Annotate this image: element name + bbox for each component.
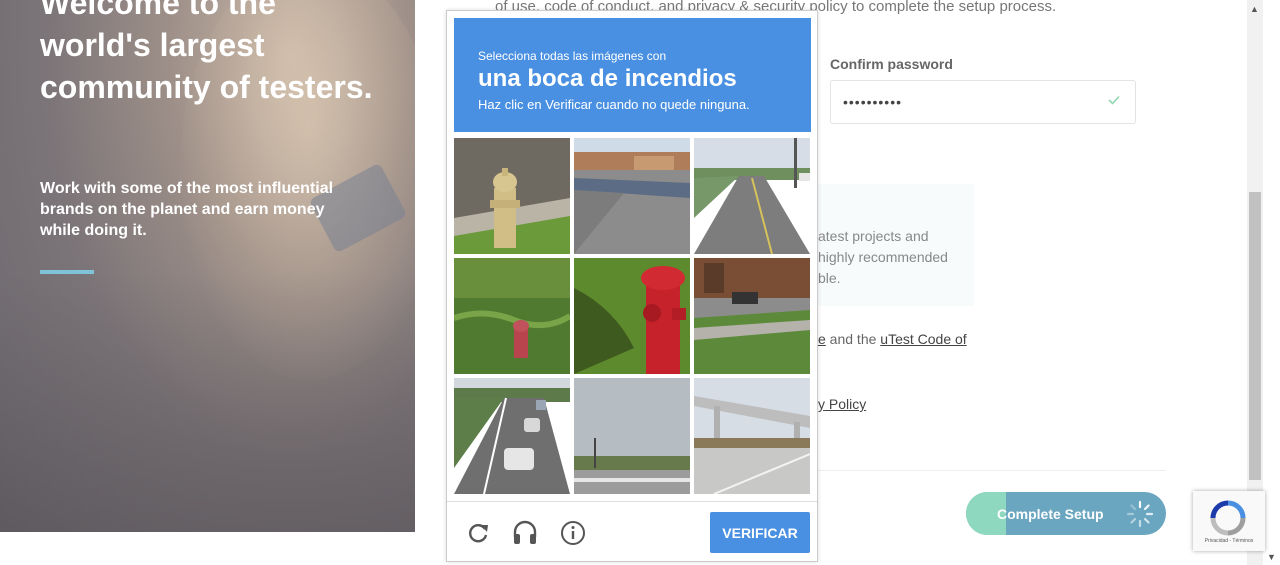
captcha-footer: VERIFICAR — [447, 501, 817, 562]
privacy-policy-link[interactable]: y Policy — [818, 396, 866, 412]
captcha-tile[interactable] — [574, 258, 690, 374]
captcha-tile[interactable] — [694, 138, 810, 254]
tile-image — [574, 378, 690, 494]
verify-button[interactable]: VERIFICAR — [710, 512, 810, 553]
info-icon[interactable] — [560, 520, 586, 546]
captcha-header: Selecciona todas las imágenes con una bo… — [454, 18, 811, 132]
tile-image — [694, 138, 810, 254]
tile-image — [574, 138, 690, 254]
captcha-tile[interactable] — [574, 138, 690, 254]
hero-accent-bar — [40, 270, 94, 274]
captcha-tile[interactable] — [694, 258, 810, 374]
captcha-header-object: una boca de incendios — [478, 65, 737, 92]
hero-photo-shade — [0, 272, 415, 532]
tile-image — [454, 138, 570, 254]
scrollbar-thumb[interactable] — [1249, 192, 1261, 480]
captcha-tile[interactable] — [454, 378, 570, 494]
complete-setup-button[interactable]: Complete Setup — [966, 492, 1166, 535]
agree-mid-text: and the — [825, 331, 881, 347]
captcha-challenge: Selecciona todas las imágenes con una bo… — [446, 10, 818, 562]
page-scrollbar[interactable] — [1247, 0, 1263, 565]
tile-image — [454, 258, 570, 374]
info-text: atest projects and highly recommended bl… — [818, 228, 948, 286]
scroll-up-arrow-icon[interactable]: ▲ — [1250, 4, 1259, 14]
tile-image — [694, 258, 810, 374]
hero-title: Welcome to the world's largest community… — [40, 0, 373, 105]
captcha-image-grid — [454, 138, 811, 495]
complete-setup-label: Complete Setup — [997, 506, 1104, 522]
recaptcha-logo-icon — [1210, 500, 1246, 536]
captcha-tile[interactable] — [694, 378, 810, 494]
agree-line: e and the uTest Code of — [818, 331, 967, 347]
recaptcha-badge[interactable]: Privacidad - Términos — [1193, 491, 1265, 551]
headphones-icon[interactable] — [512, 520, 538, 546]
hero-subtitle: Work with some of the most influential b… — [40, 180, 334, 239]
hero-panel: Welcome to the world's largest community… — [0, 0, 415, 532]
captcha-tile[interactable] — [454, 258, 570, 374]
confirm-password-value: •••••••••• — [843, 94, 903, 110]
scroll-down-arrow-icon[interactable]: ▼ — [1267, 552, 1276, 562]
tile-image — [454, 378, 570, 494]
reload-icon[interactable] — [465, 520, 491, 546]
check-icon — [1108, 95, 1120, 105]
loading-spinner-icon — [1126, 500, 1154, 528]
confirm-password-field[interactable]: •••••••••• — [830, 80, 1136, 124]
captcha-header-instruction: Haz clic en Verificar cuando no quede ni… — [478, 97, 750, 112]
confirm-password-label: Confirm password — [830, 56, 953, 72]
code-of-conduct-link[interactable]: uTest Code of — [880, 331, 966, 347]
recaptcha-links[interactable]: Privacidad - Términos — [1193, 538, 1265, 544]
captcha-tile[interactable] — [454, 138, 570, 254]
terms-link[interactable]: e — [818, 331, 826, 347]
captcha-header-prompt: Selecciona todas las imágenes con — [478, 49, 667, 63]
captcha-tile[interactable] — [574, 378, 690, 494]
tile-image — [574, 258, 690, 374]
tile-image — [694, 378, 810, 494]
form-divider — [818, 470, 1166, 471]
